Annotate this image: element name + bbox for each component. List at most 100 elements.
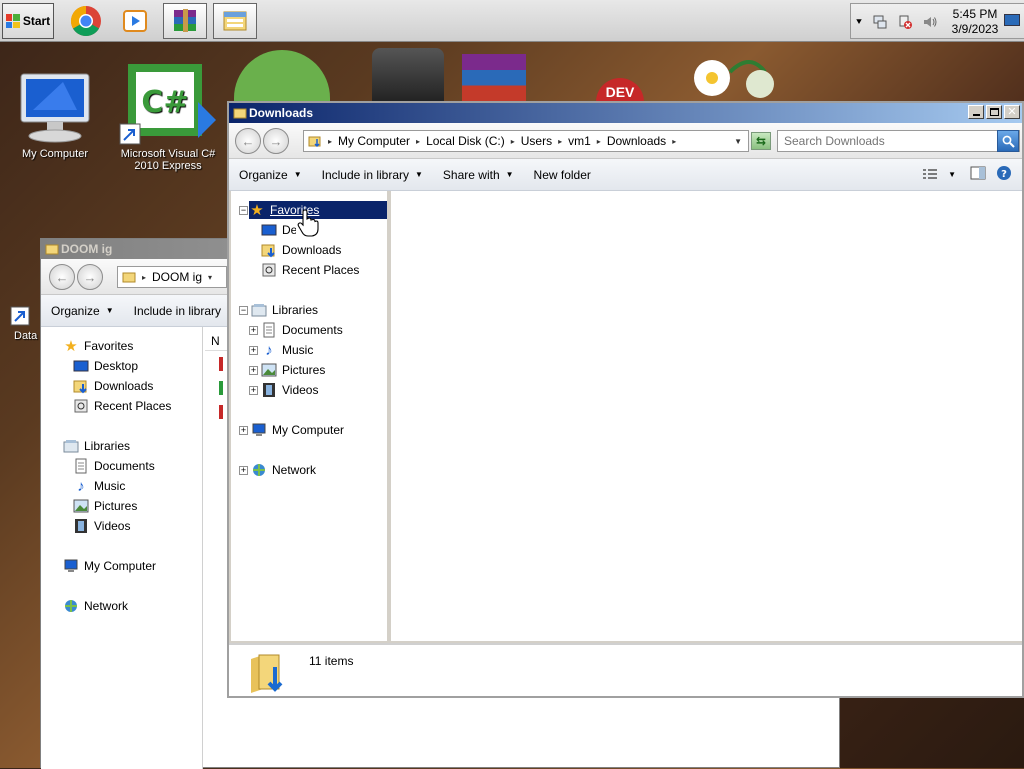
address-history-dropdown-icon[interactable]: ▼ [734,137,742,146]
nav-item-my-computer[interactable]: My Computer [63,557,156,575]
new-folder-button[interactable]: New folder [524,168,601,182]
include-in-library-button[interactable]: Include in library ▼ [312,168,433,182]
downloads-window-titlebar[interactable]: Downloads ✕ [229,103,1022,123]
forward-button[interactable]: → [77,264,103,290]
maximize-button[interactable] [986,105,1002,119]
breadcrumb[interactable]: ▸ My Computer ▸ Local Disk (C:) ▸ Users … [303,130,749,152]
share-with-button[interactable]: Share with ▼ [433,168,524,182]
nav-item-recent-places[interactable]: Recent Places [73,397,171,415]
expand-network-toggle[interactable]: + [239,466,248,475]
back-window-column-header[interactable]: N [205,331,229,351]
share-with-label: Share with [442,167,500,182]
collapse-favorites-toggle[interactable]: − [239,206,248,215]
nav-item-downloads[interactable]: Downloads [73,377,153,395]
breadcrumb-item[interactable]: DOOM ig [152,270,202,284]
chrome-taskbar-button[interactable] [64,3,108,39]
network-tray-icon[interactable] [872,14,888,30]
help-button[interactable]: ? [994,165,1022,184]
close-button[interactable]: ✕ [1004,105,1020,119]
forward-button[interactable]: → [263,128,289,154]
clock[interactable]: 5:45 PM 3/9/2023 [947,7,1003,37]
breadcrumb-item-downloads[interactable]: Downloads [607,134,666,148]
window-title: Downloads [249,106,314,120]
nav-item-network[interactable]: Network [251,461,316,479]
nav-item-my-computer[interactable]: My Computer [251,421,344,439]
view-dropdown-caret-icon[interactable]: ▼ [948,170,956,179]
expand-music-toggle[interactable]: + [249,346,258,355]
nav-item-desktop[interactable]: Desktop [73,357,138,375]
breadcrumb-item-local-disk[interactable]: Local Disk (C:) [426,134,505,148]
nav-item-network[interactable]: Network [63,597,128,615]
nav-item-recent-places[interactable]: Recent Places [261,261,359,279]
search-field[interactable] [777,130,1020,152]
explorer-taskbar-button[interactable] [213,3,257,39]
breadcrumb-arrow-icon[interactable]: ▸ [416,137,420,146]
address-bar: ← → ▸ My Computer ▸ Local Disk (C:) ▸ Us… [229,123,1022,159]
winrar-taskbar-button[interactable] [163,3,207,39]
expand-my-computer-toggle[interactable]: + [239,426,248,435]
expand-pictures-toggle[interactable]: + [249,366,258,375]
breadcrumb-item-my-computer[interactable]: My Computer [338,134,410,148]
action-center-flag-icon[interactable] [897,14,913,30]
clock-date: 3/9/2023 [951,22,999,36]
search-button[interactable] [997,130,1019,152]
nav-item-documents[interactable]: Documents [261,321,343,339]
nav-item-music[interactable]: ♪ Music [261,341,313,359]
desktop-icon [261,222,277,238]
media-player-taskbar-button[interactable] [113,3,157,39]
file-list-area[interactable] [391,191,1022,641]
organize-button[interactable]: Organize ▼ [229,168,312,182]
preview-pane-button[interactable] [962,166,994,183]
nav-item-label: Downloads [282,243,342,257]
breadcrumb-arrow-icon[interactable]: ▸ [558,137,562,146]
refresh-button[interactable]: ⇆ [751,132,771,150]
search-input[interactable] [778,133,988,149]
breadcrumb-arrow-icon[interactable]: ▾ [208,273,212,282]
show-hidden-icons-chevron-icon[interactable]: ⯆ [855,17,863,28]
nav-item-music[interactable]: ♪ Music [73,477,125,495]
breadcrumb-arrow-icon[interactable]: ▸ [672,137,676,146]
my-computer-icon [251,422,267,438]
nav-item-favorites[interactable]: ★ Favorites [63,337,133,355]
nav-item-desktop[interactable]: Desktop [261,221,296,239]
nav-item-downloads[interactable]: Downloads [261,241,341,259]
downloads-explorer-window[interactable]: Downloads ✕ ← → ▸ My Computer ▸ Local Di… [227,101,1024,698]
back-window-breadcrumb[interactable]: ▸ DOOM ig ▾ [117,266,227,288]
desktop-icon-label: Data [14,330,38,342]
desktop-icon-my-computer[interactable]: My Computer [10,70,100,160]
minimize-button[interactable] [968,105,984,119]
nav-item-videos[interactable]: Videos [73,517,130,535]
star-icon: ★ [64,338,78,355]
nav-item-pictures[interactable]: Pictures [261,361,325,379]
breadcrumb-arrow-icon[interactable]: ▸ [511,137,515,146]
dropdown-caret-icon: ▼ [505,170,514,179]
volume-icon[interactable] [922,14,938,30]
view-list-icon [923,168,938,179]
organize-button[interactable]: Organize ▼ [41,304,124,318]
breadcrumb-arrow-icon[interactable]: ▸ [597,137,601,146]
breadcrumb-arrow-icon[interactable]: ▸ [142,273,146,282]
nav-item-label: Libraries [272,303,319,317]
show-desktop-button[interactable] [1004,14,1020,26]
breadcrumb-item-users[interactable]: Users [521,134,552,148]
nav-item-libraries[interactable]: Libraries [251,301,318,319]
nav-item-pictures[interactable]: Pictures [73,497,137,515]
nav-item-libraries[interactable]: Libraries [63,437,130,455]
system-tray: ⯆ 5:45 PM 3/9/2023 [850,3,1024,39]
start-button[interactable]: Start [2,3,54,39]
breadcrumb-arrow-icon[interactable]: ▸ [328,137,332,146]
desktop-icon-data[interactable]: Data [6,306,42,342]
clock-time: 5:45 PM [952,7,998,21]
expand-videos-toggle[interactable]: + [249,386,258,395]
change-view-button[interactable]: ▼ [922,168,962,182]
back-button[interactable]: ← [49,264,75,290]
nav-item-documents[interactable]: Documents [73,457,155,475]
desktop-icon-visual-csharp[interactable]: C# Microsoft Visual C# 2010 Express [116,62,220,172]
details-pane: 11 items [229,643,1022,696]
breadcrumb-item-vm1[interactable]: vm1 [568,134,591,148]
collapse-libraries-toggle[interactable]: − [239,306,248,315]
back-button[interactable]: ← [235,128,261,154]
expand-documents-toggle[interactable]: + [249,326,258,335]
nav-item-videos[interactable]: Videos [261,381,318,399]
item-count: 11 items [309,654,354,668]
